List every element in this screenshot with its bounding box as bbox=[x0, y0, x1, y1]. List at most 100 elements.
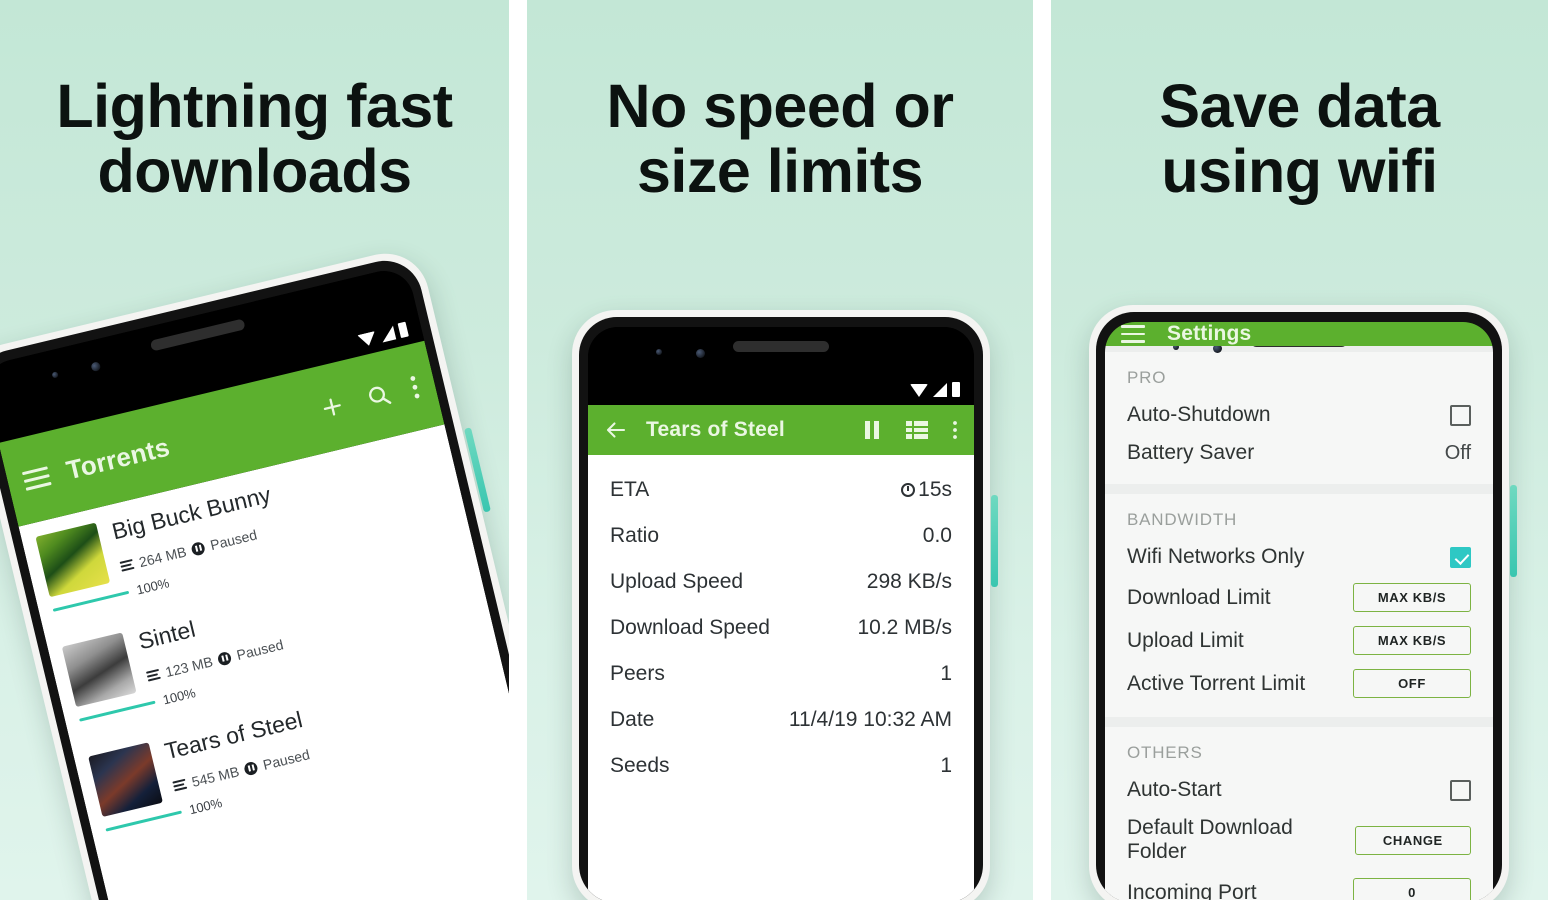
phone-bezel-3: Settings PRO Auto-Shutdown Battery Saver bbox=[1096, 312, 1502, 900]
headline-line-1: Lightning fast bbox=[56, 72, 453, 140]
setting-label: Active Torrent Limit bbox=[1127, 671, 1306, 695]
sensor-icon bbox=[51, 371, 59, 379]
settings-section-others: OTHERS Auto-Start Default Download Folde… bbox=[1105, 727, 1493, 900]
headline-line-2: size limits bbox=[636, 136, 924, 205]
panel-3-headline: Save data using wifi bbox=[1051, 74, 1548, 203]
menu-icon[interactable] bbox=[21, 465, 52, 491]
paused-icon bbox=[216, 650, 233, 666]
torrent-detail-list: ETA 15s Ratio 0.0 Upload Speed 298 KB/s bbox=[588, 455, 974, 900]
phone-screen-2: Tears of Steel ETA 15s Ratio 0.0 Upload … bbox=[588, 327, 974, 900]
wifi-networks-only-checkbox[interactable] bbox=[1450, 546, 1471, 568]
headline-line-1: No speed or bbox=[606, 72, 954, 140]
panel-divider-1 bbox=[509, 0, 527, 900]
app-bar-settings: Settings bbox=[1105, 322, 1493, 346]
settings-row[interactable]: Wifi Networks Only bbox=[1105, 538, 1493, 576]
detail-row: ETA 15s bbox=[588, 467, 974, 513]
signal-icon bbox=[933, 383, 947, 397]
phone-mockup-2: Tears of Steel ETA 15s Ratio 0.0 Upload … bbox=[572, 310, 998, 900]
app-bar-title: Torrents bbox=[63, 431, 173, 485]
settings-row[interactable]: Auto-Shutdown bbox=[1105, 396, 1493, 434]
panel-1-headline: Lightning fast downloads bbox=[0, 74, 509, 203]
detail-label: Seeds bbox=[610, 754, 670, 777]
setting-label: Auto-Shutdown bbox=[1127, 403, 1271, 426]
panel-2-headline: No speed or size limits bbox=[527, 74, 1033, 203]
detail-value: 298 KB/s bbox=[866, 570, 952, 593]
torrent-status: Paused bbox=[208, 526, 259, 554]
settings-row[interactable]: Incoming Port 0 bbox=[1105, 871, 1493, 900]
setting-label: Wifi Networks Only bbox=[1127, 545, 1305, 568]
headline-line-2: using wifi bbox=[1161, 136, 1438, 205]
list-icon[interactable] bbox=[906, 420, 928, 440]
clock-icon bbox=[901, 483, 916, 497]
detail-value: 11/4/19 10:32 AM bbox=[788, 708, 952, 731]
battery-icon bbox=[397, 321, 409, 339]
signal-icon bbox=[379, 325, 397, 343]
add-icon[interactable] bbox=[317, 391, 348, 422]
back-arrow-icon[interactable] bbox=[604, 418, 628, 442]
torrent-size: 264 MB bbox=[137, 543, 189, 571]
download-limit-button[interactable]: MAX KB/S bbox=[1353, 583, 1471, 612]
detail-value: 0.0 bbox=[922, 524, 952, 547]
overflow-menu-icon[interactable] bbox=[952, 420, 958, 440]
panel-divider-2 bbox=[1033, 0, 1051, 900]
phone-frame-1: Torrents Big Buck Bunny 264 MB Paused 10… bbox=[0, 244, 509, 900]
size-icon bbox=[119, 558, 135, 572]
wifi-icon bbox=[910, 384, 928, 397]
detail-value: 1 bbox=[940, 754, 952, 777]
feature-panel-3: Save data using wifi Settings PRO Auto-S… bbox=[1051, 0, 1548, 900]
phone-mockup-1: Torrents Big Buck Bunny 264 MB Paused 10… bbox=[0, 233, 509, 900]
status-bar-2 bbox=[588, 327, 974, 405]
paused-icon bbox=[190, 540, 207, 557]
setting-label: Upload Limit bbox=[1127, 628, 1244, 652]
detail-row: Download Speed 10.2 MB/s bbox=[588, 605, 974, 651]
front-camera-icon bbox=[696, 349, 705, 358]
detail-label: Ratio bbox=[610, 524, 660, 547]
detail-row: Date 11/4/19 10:32 AM bbox=[588, 697, 974, 743]
detail-label: Date bbox=[610, 708, 655, 731]
setting-label: Auto-Start bbox=[1127, 778, 1222, 801]
setting-label: Download Limit bbox=[1127, 585, 1271, 609]
headline-line-1: Save data bbox=[1159, 72, 1440, 140]
settings-row[interactable]: Battery Saver Off bbox=[1105, 434, 1493, 472]
front-camera-icon bbox=[90, 361, 102, 373]
active-torrent-limit-button[interactable]: OFF bbox=[1353, 669, 1471, 698]
headline-line-2: downloads bbox=[97, 136, 412, 205]
phone-screen-3: Settings PRO Auto-Shutdown Battery Saver bbox=[1105, 322, 1493, 900]
settings-row[interactable]: Auto-Start bbox=[1105, 771, 1493, 809]
auto-shutdown-checkbox[interactable] bbox=[1450, 404, 1471, 426]
size-icon bbox=[145, 668, 161, 682]
settings-row[interactable]: Default Download Folder CHANGE bbox=[1105, 809, 1493, 871]
section-header: OTHERS bbox=[1127, 743, 1203, 762]
battery-saver-value: Off bbox=[1444, 441, 1471, 464]
settings-row[interactable]: Active Torrent Limit OFF bbox=[1105, 662, 1493, 705]
settings-row[interactable]: Upload Limit MAX KB/S bbox=[1105, 619, 1493, 662]
detail-row: Peers 1 bbox=[588, 651, 974, 697]
auto-start-checkbox[interactable] bbox=[1450, 779, 1471, 801]
app-bar-title: Settings bbox=[1167, 322, 1252, 345]
search-icon[interactable] bbox=[363, 380, 394, 411]
settings-row[interactable]: Download Limit MAX KB/S bbox=[1105, 576, 1493, 619]
overflow-menu-icon[interactable] bbox=[408, 374, 422, 401]
app-bar-detail: Tears of Steel bbox=[588, 405, 974, 455]
upload-limit-button[interactable]: MAX KB/S bbox=[1353, 626, 1471, 655]
setting-label: Default Download Folder bbox=[1127, 816, 1293, 863]
section-header: BANDWIDTH bbox=[1127, 510, 1238, 529]
incoming-port-button[interactable]: 0 bbox=[1353, 878, 1471, 900]
paused-icon bbox=[243, 760, 259, 776]
default-download-folder-button[interactable]: CHANGE bbox=[1354, 825, 1471, 855]
torrent-status: Paused bbox=[261, 746, 312, 773]
detail-row: Upload Speed 298 KB/s bbox=[588, 559, 974, 605]
phone-mockup-3: Settings PRO Auto-Shutdown Battery Saver bbox=[1089, 305, 1517, 900]
feature-panel-1: Lightning fast downloads Torrents Big Bu… bbox=[0, 0, 509, 900]
sensor-icon bbox=[656, 349, 662, 355]
detail-label: Upload Speed bbox=[610, 570, 744, 593]
menu-icon[interactable] bbox=[1121, 325, 1145, 343]
app-bar-title: Tears of Steel bbox=[646, 418, 785, 441]
phone-bezel-2: Tears of Steel ETA 15s Ratio 0.0 Upload … bbox=[579, 317, 983, 900]
detail-row: Ratio 0.0 bbox=[588, 513, 974, 559]
power-button-2[interactable] bbox=[991, 495, 998, 587]
size-icon bbox=[172, 778, 188, 792]
power-button-3[interactable] bbox=[1510, 485, 1517, 577]
system-status-icons bbox=[910, 382, 960, 397]
pause-icon[interactable] bbox=[864, 420, 880, 440]
